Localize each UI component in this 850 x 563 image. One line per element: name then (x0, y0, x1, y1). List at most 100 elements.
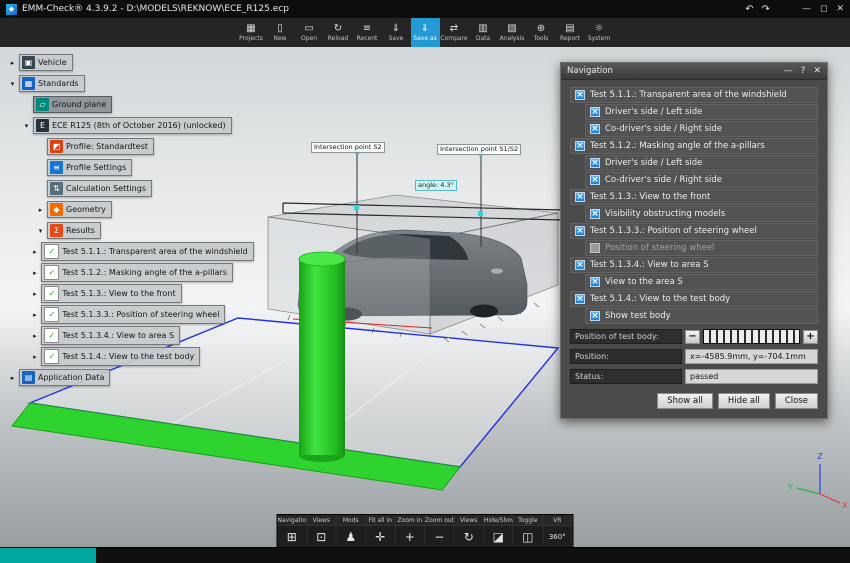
nav-checkbox-row[interactable]: Position of steering wheel (585, 240, 818, 256)
checkbox-icon[interactable]: × (590, 311, 600, 321)
nav-checkbox-row[interactable]: × Test 5.1.1.: Transparent area of the w… (570, 87, 818, 103)
view-toolbar-button-icon[interactable]: − (425, 526, 455, 547)
nav-panel-button[interactable]: Show all (657, 393, 713, 409)
checkbox-icon[interactable]: × (575, 141, 585, 151)
nav-checkbox-row[interactable]: × Driver's side / Left side (585, 104, 818, 120)
view-toolbar-button[interactable]: Toggle ◫ (513, 515, 543, 547)
nav-checkbox-row[interactable]: × Test 5.1.3.: View to the front (570, 189, 818, 205)
view-toolbar-button[interactable]: Hide/Show ◪ (484, 515, 514, 547)
tree-item[interactable]: ▸ ✓ Test 5.1.2.: Masking angle of the a-… (0, 262, 254, 283)
toolbar-button[interactable]: ↻ Reload (324, 18, 353, 47)
toolbar-button[interactable]: ▤ Report (556, 18, 585, 47)
view-toolbar-button-icon[interactable]: 360° (543, 526, 573, 547)
view-toolbar-button[interactable]: Navigation ⊞ (277, 515, 307, 547)
checkbox-icon[interactable]: × (575, 192, 585, 202)
tree-item-pill[interactable]: ◩ Profile: Standardtest (47, 138, 154, 155)
test-body-position-increase-button[interactable]: + (803, 329, 818, 344)
tree-item-pill[interactable]: ▱ Ground plane (33, 96, 113, 113)
tree-item[interactable]: ▾ ▦ Standards (0, 73, 254, 94)
tree-item-pill[interactable]: ▣ Vehicle (19, 54, 73, 71)
tree-item[interactable]: ▸ ✓ Test 5.1.3.: View to the front (0, 283, 254, 304)
checkbox-icon[interactable]: × (590, 107, 600, 117)
nav-checkbox-row[interactable]: × Visibility obstructing models (585, 206, 818, 222)
tree-item-pill[interactable]: ✓ Test 5.1.3.4.: View to area S (41, 326, 181, 345)
view-toolbar-button-icon[interactable]: ✛ (366, 526, 396, 547)
tree-item-pill[interactable]: Σ Results (47, 222, 101, 239)
checkbox-icon[interactable]: × (575, 90, 585, 100)
checkbox-icon[interactable]: × (590, 175, 600, 185)
checkbox-icon[interactable]: × (590, 158, 600, 168)
viewport[interactable]: Z Y X Intersection point S2 Intersection… (0, 47, 850, 548)
tree-item[interactable]: ▸ ◆ Geometry (0, 199, 254, 220)
tree-item[interactable]: ▸ ▤ Application Data (0, 367, 254, 388)
nav-checkbox-row[interactable]: × Test 5.1.2.: Masking angle of the a-pi… (570, 138, 818, 154)
tree-item-pill[interactable]: ✓ Test 5.1.2.: Masking angle of the a-pi… (41, 263, 233, 282)
checkbox-icon[interactable]: × (590, 124, 600, 134)
view-toolbar-button-icon[interactable]: ◫ (513, 526, 543, 547)
checkbox-icon[interactable]: × (575, 226, 585, 236)
toolbar-button[interactable]: ▦ Projects (237, 18, 266, 47)
tree-item-pill[interactable]: ▦ Standards (19, 75, 85, 92)
test-body-position-slider[interactable] (703, 329, 800, 344)
view-toolbar-button[interactable]: Zoom out − (425, 515, 455, 547)
tree-expand-icon[interactable]: ▸ (8, 59, 17, 67)
tree-item-pill[interactable]: ▤ Application Data (19, 369, 111, 386)
toolbar-button[interactable]: ≡ Recent (353, 18, 382, 47)
view-toolbar-button-icon[interactable]: + (395, 526, 425, 547)
tree-expand-icon[interactable]: ▸ (30, 269, 39, 277)
tree-item-pill[interactable]: E ECE R125 (8th of October 2016) (unlock… (33, 117, 232, 134)
minimize-icon[interactable]: — (802, 4, 811, 14)
checkbox-icon[interactable]: × (575, 294, 585, 304)
nav-checkbox-row[interactable]: × View to the area S (585, 274, 818, 290)
tree-item[interactable]: ▱ Ground plane (0, 94, 254, 115)
view-toolbar-button-icon[interactable]: ⊡ (307, 526, 337, 547)
view-toolbar-button-icon[interactable]: ♟ (336, 526, 366, 547)
view-toolbar-button[interactable]: Fit all in ✛ (366, 515, 396, 547)
tree-item[interactable]: ▾ Σ Results (0, 220, 254, 241)
tree-item[interactable]: ≡ Profile Settings (0, 157, 254, 178)
toolbar-button[interactable]: ▭ Open (295, 18, 324, 47)
tree-expand-icon[interactable]: ▾ (36, 227, 45, 235)
panel-close-icon[interactable]: ✕ (813, 66, 821, 76)
checkbox-icon[interactable] (590, 243, 600, 253)
tree-item-pill[interactable]: ⇅ Calculation Settings (47, 180, 152, 197)
toolbar-button[interactable]: ⇄ Compare (440, 18, 469, 47)
checkbox-icon[interactable]: × (590, 209, 600, 219)
checkbox-icon[interactable]: × (590, 277, 600, 287)
tree-item-pill[interactable]: ✓ Test 5.1.1.: Transparent area of the w… (41, 242, 254, 261)
tree-expand-icon[interactable]: ▸ (30, 290, 39, 298)
test-body-position-decrease-button[interactable]: − (685, 329, 700, 344)
toolbar-button[interactable]: ⇓ Save as (410, 18, 440, 47)
tree-item-pill[interactable]: ≡ Profile Settings (47, 159, 133, 176)
tree-item-pill[interactable]: ◆ Geometry (47, 201, 112, 218)
view-toolbar-button[interactable]: Views ⊡ (307, 515, 337, 547)
tree-item[interactable]: ▸ ✓ Test 5.1.3.3.: Position of steering … (0, 304, 254, 325)
view-toolbar-button-icon[interactable]: ◪ (484, 526, 514, 547)
nav-checkbox-row[interactable]: × Test 5.1.3.4.: View to area S (570, 257, 818, 273)
tree-item-pill[interactable]: ✓ Test 5.1.3.: View to the front (41, 284, 182, 303)
titlebar[interactable]: ◆ EMM-Check® 4.3.9.2 - D:\MODELS\REKNOW\… (0, 0, 850, 18)
checkbox-icon[interactable]: × (575, 260, 585, 270)
tree-expand-icon[interactable]: ▾ (22, 122, 31, 130)
nav-checkbox-row[interactable]: × Co-driver's side / Right side (585, 121, 818, 137)
tree-expand-icon[interactable]: ▸ (30, 332, 39, 340)
tree-item-pill[interactable]: ✓ Test 5.1.3.3.: Position of steering wh… (41, 305, 226, 324)
tree-expand-icon[interactable]: ▸ (30, 248, 39, 256)
tree-item[interactable]: ▾ E ECE R125 (8th of October 2016) (unlo… (0, 115, 254, 136)
toolbar-button[interactable]: ▧ Analysis (498, 18, 527, 47)
panel-help-icon[interactable]: ? (801, 66, 806, 76)
tree-expand-icon[interactable]: ▾ (8, 80, 17, 88)
toolbar-button[interactable]: ⇓ Save (382, 18, 411, 47)
close-icon[interactable]: ✕ (836, 4, 844, 14)
nav-checkbox-row[interactable]: × Test 5.1.3.3.: Position of steering wh… (570, 223, 818, 239)
toolbar-button[interactable]: ⊕ Tools (527, 18, 556, 47)
view-toolbar-button[interactable]: Zoom in + (395, 515, 425, 547)
tree-expand-icon[interactable]: ▸ (30, 311, 39, 319)
tree-item[interactable]: ⇅ Calculation Settings (0, 178, 254, 199)
nav-panel-button[interactable]: Hide all (717, 393, 770, 409)
view-toolbar-button-icon[interactable]: ⊞ (277, 526, 307, 547)
nav-checkbox-row[interactable]: × Co-driver's side / Right side (585, 172, 818, 188)
nav-panel-button[interactable]: Close (774, 393, 818, 409)
tree-item[interactable]: ▸ ✓ Test 5.1.4.: View to the test body (0, 346, 254, 367)
view-toolbar-button[interactable]: Views ↻ (454, 515, 484, 547)
